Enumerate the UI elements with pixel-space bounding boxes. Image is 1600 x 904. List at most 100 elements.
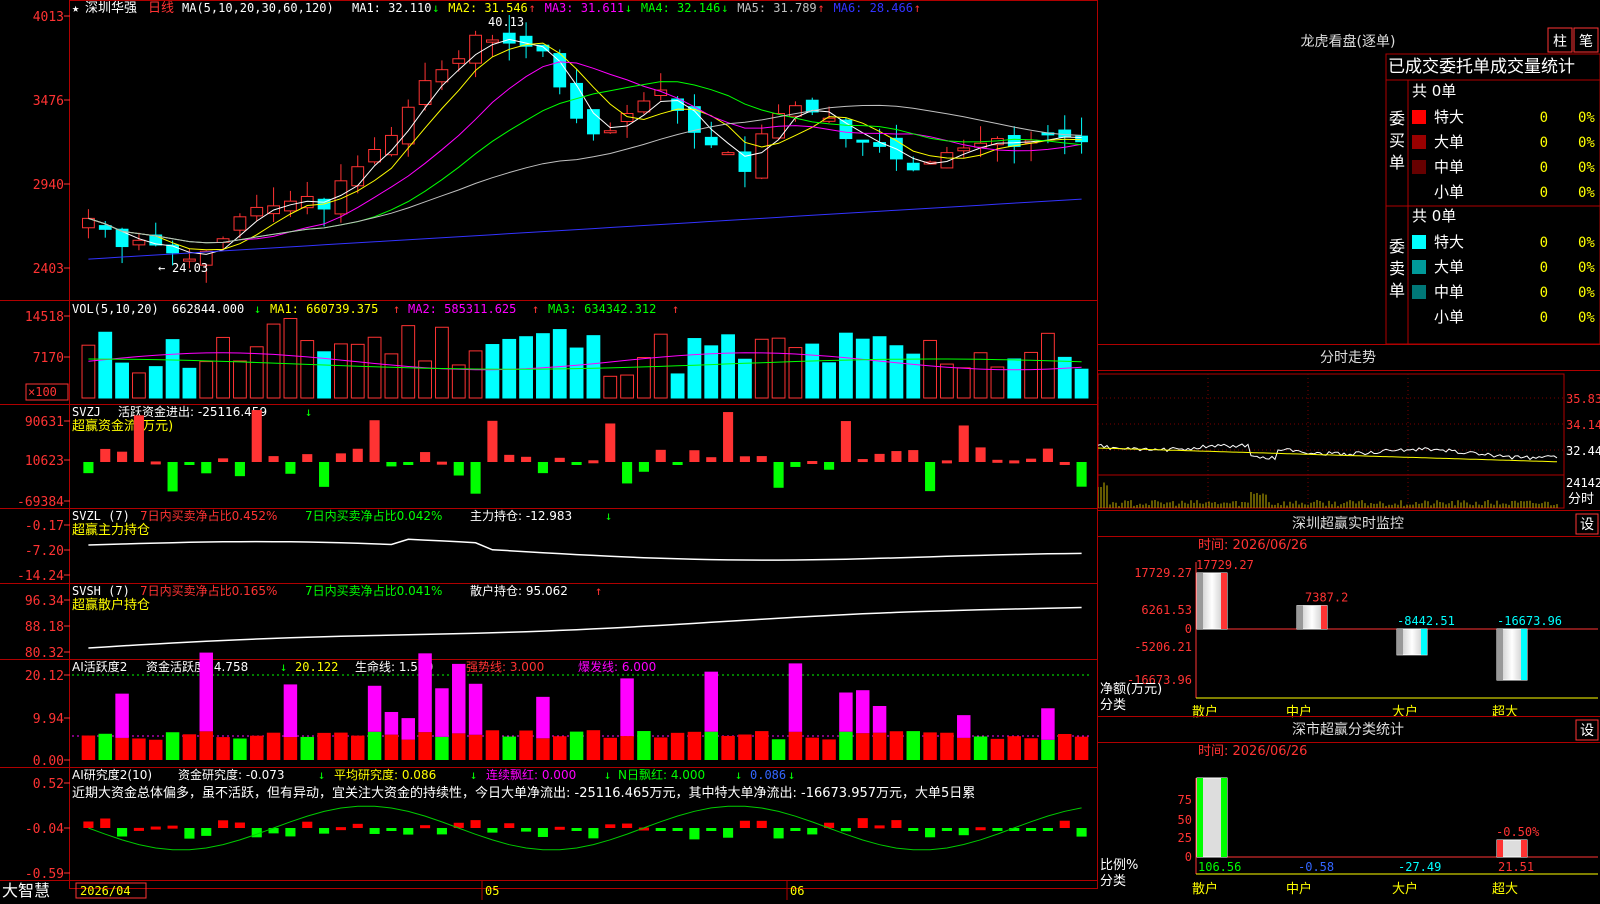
candle-body: [738, 151, 752, 172]
ai-research-bar: [436, 828, 447, 835]
column-button[interactable]: 柱: [1547, 27, 1573, 53]
svzj-bars: [83, 410, 1087, 494]
svg-text:爆发线: 6.000: 爆发线: 6.000: [578, 659, 656, 674]
monitor-y-tick: 0: [1185, 622, 1192, 636]
volume-bar: [889, 345, 904, 399]
order-row-count: 0: [1540, 110, 1548, 126]
volume-bar: [384, 353, 399, 399]
svzj-bar: [857, 459, 868, 463]
order-row-pct: 0%: [1578, 110, 1595, 126]
order-row-count: 0: [1540, 235, 1548, 251]
ai-active-bar: [990, 738, 1005, 760]
svzj-bar: [386, 462, 397, 467]
svzj-bar: [521, 456, 532, 462]
order-row-label: 小单: [1434, 308, 1464, 326]
volume-bar: [788, 347, 803, 399]
vol-unit: ×100: [28, 385, 57, 399]
candle-body: [1058, 129, 1072, 138]
order-row-label: 小单: [1434, 183, 1464, 201]
volume-bar: [754, 338, 769, 399]
title-star: ★: [72, 1, 79, 15]
candle-body: [368, 149, 381, 163]
svzl-line: [88, 538, 1082, 561]
y-tick-label: -7.20: [25, 544, 64, 559]
ai-research-bar: [319, 828, 330, 834]
ai-active-bar-top: [401, 718, 415, 740]
svzj-bar: [874, 453, 885, 462]
ai-active-bar-top: [704, 671, 718, 732]
kline-svg[interactable]: ★ 深圳华强 日线 MA(5,10,20,30,60,120) MA1: 32.…: [0, 0, 1098, 900]
ai-research-bar: [201, 828, 212, 836]
candle-body: [873, 142, 886, 147]
y-tick-label: 80.32: [25, 646, 64, 661]
svzj-bar: [605, 423, 616, 462]
stroke-button[interactable]: 笔: [1573, 27, 1599, 53]
ai-active-bar: [553, 736, 567, 760]
order-color-swatch: [1412, 185, 1426, 199]
intraday-y-tick: 32.44: [1566, 444, 1600, 458]
ai-active-bar: [923, 732, 937, 760]
svg-text:资金活跃度: 4.758: 资金活跃度: 4.758: [146, 659, 248, 674]
volume-bar: [569, 347, 584, 399]
sz-monitor-time: 时间: 2026/06/26: [1198, 538, 1307, 553]
y-tick-label: 96.34: [25, 594, 64, 609]
volume-bar: [1007, 358, 1022, 399]
svzj-bar: [403, 462, 414, 465]
monitor-y-tick: 6261.53: [1141, 603, 1192, 617]
ai-research-bar: [521, 828, 532, 832]
class-y-tick: 25: [1178, 831, 1192, 845]
svg-text:↑: ↑: [672, 302, 679, 316]
ai-active-bar-top: [536, 696, 550, 739]
volume-bar: [401, 325, 416, 399]
sz-monitor-settings-button[interactable]: 设: [1575, 513, 1599, 535]
main-chart-area[interactable]: ★ 深圳华强 日线 MA(5,10,20,30,60,120) MA1: 32.…: [0, 0, 1098, 900]
ai-research-bar: [1026, 828, 1037, 831]
ai-active-bar-top: [620, 678, 634, 737]
ai-research-bar: [840, 828, 851, 832]
svzj-bar: [83, 462, 94, 474]
svg-text:↓: ↓: [280, 660, 287, 674]
svg-text:7日内买卖净占比0.165%: 7日内买卖净占比0.165%: [140, 583, 277, 598]
ai-active-bar-top: [367, 685, 382, 732]
ai-active-bar: [317, 732, 331, 760]
right-sidebar: 龙虎看盘(逐单) 柱 笔 已成交委托单成交量统计 委买单 委卖单 共 0单 共 …: [1097, 0, 1600, 900]
intraday-chart[interactable]: 35.83 34.14 32.44 24142 分时: [1097, 373, 1600, 509]
vol-panel-header: VOL(5,10,20) 662844.000 ↓ MA1: 660739.37…: [72, 302, 679, 316]
svsh-retail-hold: 散户持仓: 95.062: [470, 583, 568, 598]
sz-class-xlabel: 分类: [1100, 874, 1126, 889]
volume-bar: [81, 344, 96, 399]
ai-research-bar: [420, 825, 431, 829]
volume-bar: [1057, 356, 1072, 399]
svzj-bar: [925, 462, 936, 492]
ai-active-bar: [654, 737, 668, 760]
ai-research-bar: [150, 826, 161, 830]
ai-research-bar: [723, 828, 734, 838]
svzj-bar: [958, 425, 969, 462]
class-bar-edge: [1497, 840, 1503, 857]
candle-body: [856, 139, 870, 143]
volume-bar: [132, 372, 146, 399]
svzj-bar: [251, 410, 262, 462]
svzj-bar: [487, 420, 498, 462]
ai-research-bar: [335, 827, 346, 831]
ai-research-bar: [857, 818, 868, 828]
svg-text:N日飘红: 4.000: N日飘红: 4.000: [618, 767, 705, 782]
svzj-bar: [184, 462, 195, 465]
ai-active-bar: [519, 730, 533, 760]
svzj-bar: [117, 451, 128, 462]
buy-label-char: 买: [1389, 131, 1405, 150]
svzl-header: SVZL (7) 7日内买卖净占比0.452% 7日内买卖净占比0.042% 主…: [72, 508, 612, 538]
ai-active-bar: [957, 737, 971, 760]
volume-bar: [367, 336, 382, 399]
monitor-category: 超大: [1492, 705, 1518, 720]
svzj-bar: [369, 420, 380, 462]
y-tick-label: 14518: [25, 310, 64, 325]
svg-text:设: 设: [1580, 517, 1594, 533]
ai-active-bar: [300, 736, 314, 760]
order-row-pct: 0%: [1578, 310, 1595, 326]
svzj-bar: [807, 461, 818, 465]
ai-research-bar: [1042, 828, 1053, 831]
volume-bar: [721, 334, 735, 399]
sz-class-settings-button[interactable]: 设: [1575, 719, 1599, 741]
ai-active-bar: [165, 732, 180, 760]
